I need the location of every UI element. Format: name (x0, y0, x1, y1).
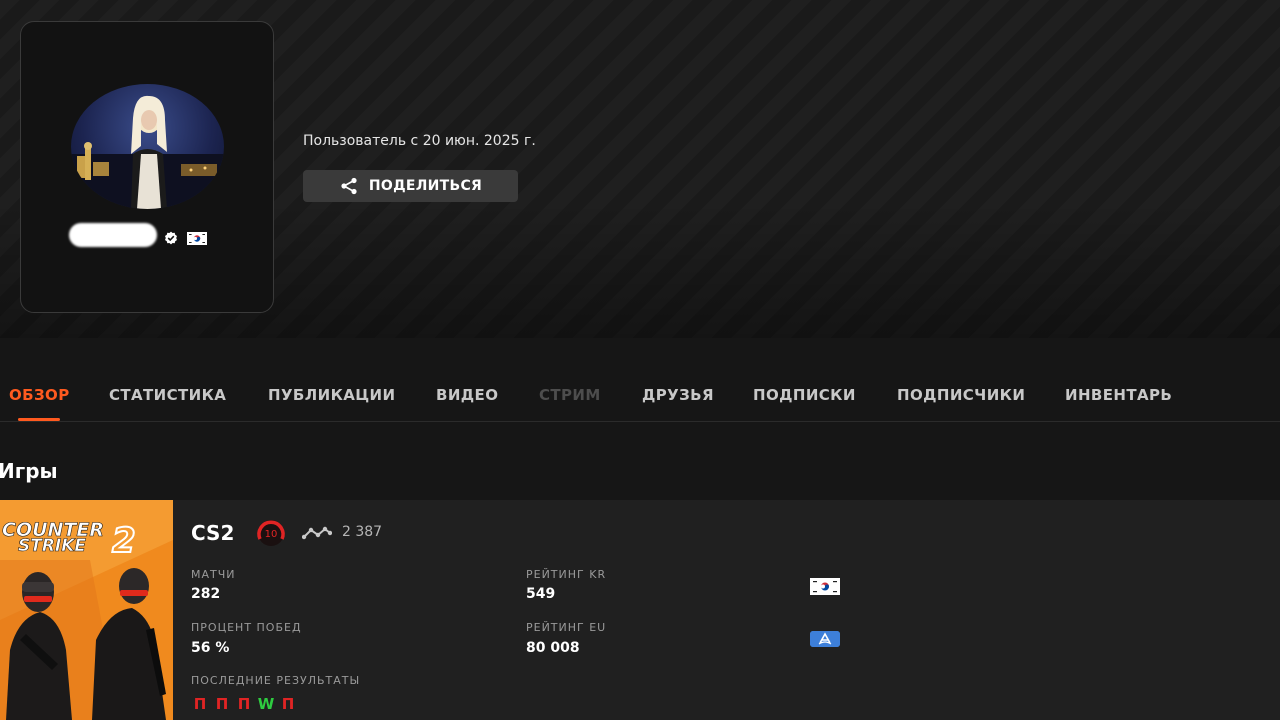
recent-results: П П П W П (191, 695, 297, 713)
tab-stream: СТРИМ (539, 386, 601, 404)
share-button[interactable]: ПОДЕЛИТЬСЯ (303, 170, 518, 202)
result-item: П (281, 695, 295, 713)
result-item: П (237, 695, 251, 713)
avatar[interactable] (71, 84, 224, 209)
matches-value: 282 (191, 586, 221, 602)
tab-friends[interactable]: ДРУЗЬЯ (642, 386, 714, 404)
recent-results-label: ПОСЛЕДНИЕ РЕЗУЛЬТАТЫ (191, 674, 361, 687)
result-item: W (257, 695, 275, 713)
avatar-image (71, 95, 224, 209)
svg-text:10: 10 (265, 529, 278, 540)
tab-video[interactable]: ВИДЕО (436, 386, 498, 404)
share-label: ПОДЕЛИТЬСЯ (368, 178, 483, 194)
active-tab-indicator (18, 418, 60, 421)
game-card-cs2[interactable]: COUNTER STRIKE 2 CS2 10 2 387 МАТЧИ 282 … (0, 500, 1280, 720)
verified-icon (165, 231, 177, 245)
tab-publications[interactable]: ПУБЛИКАЦИИ (268, 386, 395, 404)
profile-card (20, 21, 274, 313)
winrate-label: ПРОЦЕНТ ПОБЕД (191, 621, 302, 634)
rating-kr-value: 549 (526, 586, 556, 602)
elo-graph-icon (302, 526, 332, 540)
elo-value: 2 387 (342, 524, 383, 540)
tab-statistics[interactable]: СТАТИСТИКА (109, 386, 226, 404)
skill-level-icon: 10 (257, 520, 285, 546)
profile-tabs: ОБЗОР СТАТИСТИКА ПУБЛИКАЦИИ ВИДЕО СТРИМ … (0, 338, 1280, 422)
svg-text:2: 2 (112, 521, 136, 561)
result-item: П (215, 695, 229, 713)
username-redacted (69, 223, 157, 247)
share-icon (341, 177, 357, 195)
tab-subscriptions[interactable]: ПОДПИСКИ (753, 386, 856, 404)
member-since: Пользователь с 20 июн. 2025 г. (303, 133, 536, 149)
games-section-title: Игры (0, 459, 58, 483)
tab-subscribers[interactable]: ПОДПИСЧИКИ (897, 386, 1025, 404)
eu-region-icon (810, 631, 840, 647)
cs2-cover-image[interactable]: COUNTER STRIKE 2 (0, 500, 173, 720)
south-korea-flag-icon (187, 232, 207, 245)
south-korea-flag-icon (810, 578, 840, 595)
rating-eu-label: РЕЙТИНГ EU (526, 621, 607, 634)
result-item: П (193, 695, 207, 713)
svg-text:STRIKE: STRIKE (18, 536, 86, 556)
tab-inventory[interactable]: ИНВЕНТАРЬ (1065, 386, 1172, 404)
matches-label: МАТЧИ (191, 568, 236, 581)
rating-kr-label: РЕЙТИНГ KR (526, 568, 607, 581)
game-name: CS2 (191, 521, 235, 545)
winrate-value: 56 % (191, 640, 230, 656)
rating-eu-value: 80 008 (526, 640, 580, 656)
tab-overview[interactable]: ОБЗОР (9, 386, 70, 404)
